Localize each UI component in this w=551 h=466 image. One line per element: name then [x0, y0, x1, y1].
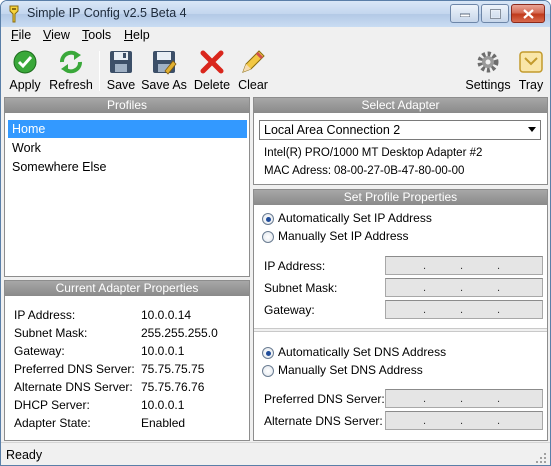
alternate-dns-value: 75.75.76.76: [141, 380, 205, 394]
clear-button[interactable]: Clear: [236, 47, 270, 95]
adapter-select[interactable]: Local Area Connection 2: [259, 120, 541, 140]
delete-x-icon: [200, 50, 224, 74]
chevron-down-icon: [528, 127, 536, 132]
minimize-icon: [459, 13, 470, 17]
close-button[interactable]: [511, 4, 545, 23]
status-bar: Ready: [1, 442, 550, 465]
toolbar: Apply Refresh Save Save As Delete Clear …: [1, 45, 550, 96]
current-adapter-panel: Current Adapter Properties IP Address: 1…: [4, 280, 250, 441]
subnet-mask-field[interactable]: ...: [385, 278, 543, 297]
subnet-mask-value: 255.255.255.0: [141, 326, 218, 340]
gateway-field[interactable]: ...: [385, 300, 543, 319]
maximize-button[interactable]: [481, 4, 509, 23]
app-icon: [9, 5, 19, 23]
adapter-state-value: Enabled: [141, 416, 186, 430]
refresh-label: Refresh: [49, 78, 93, 92]
gateway-label: Gateway:: [14, 344, 65, 358]
tray-button[interactable]: Tray: [515, 47, 547, 95]
save-label: Save: [106, 78, 136, 92]
app-window: Simple IP Config v2.5 Beta 4 File View T…: [0, 0, 551, 466]
profiles-panel: Profiles Home Work Somewhere Else: [4, 97, 250, 277]
alternate-dns-label: Alternate DNS Server:: [14, 380, 133, 394]
adapter-state-label: Adapter State:: [14, 416, 91, 430]
floppy-disk-icon: [110, 51, 132, 73]
auto-dns-radio[interactable]: [262, 347, 274, 359]
gateway-field-label: Gateway:: [264, 303, 315, 317]
auto-ip-label[interactable]: Automatically Set IP Address: [278, 211, 432, 225]
alternate-dns-field-label: Alternate DNS Server:: [264, 414, 383, 428]
manual-ip-radio[interactable]: [262, 231, 274, 243]
tray-label: Tray: [518, 78, 544, 92]
gear-icon: [477, 51, 499, 73]
auto-dns-label[interactable]: Automatically Set DNS Address: [278, 345, 446, 359]
apply-label: Apply: [9, 78, 41, 92]
profiles-header: Profiles: [5, 98, 249, 113]
preferred-dns-label: Preferred DNS Server:: [14, 362, 135, 376]
delete-button[interactable]: Delete: [191, 47, 233, 95]
gateway-value: 10.0.0.1: [141, 344, 185, 358]
save-button[interactable]: Save: [104, 47, 138, 95]
manual-dns-label[interactable]: Manually Set DNS Address: [278, 363, 423, 377]
menu-bar: File View Tools Help: [1, 27, 550, 45]
clear-label: Clear: [238, 78, 268, 92]
mac-address-value: 08-00-27-0B-47-80-00-00: [334, 165, 465, 177]
close-icon: [522, 8, 534, 19]
current-adapter-header: Current Adapter Properties: [5, 281, 249, 296]
checkmark-icon: [13, 50, 37, 74]
refresh-icon: [60, 50, 82, 74]
apply-button[interactable]: Apply: [5, 47, 45, 95]
settings-button[interactable]: Settings: [464, 47, 512, 95]
tray-icon: [519, 51, 543, 73]
refresh-button[interactable]: Refresh: [49, 47, 93, 95]
profile-item[interactable]: Somewhere Else: [8, 158, 247, 176]
settings-label: Settings: [465, 78, 511, 92]
auto-ip-radio[interactable]: [262, 213, 274, 225]
save-as-label: Save As: [141, 78, 187, 92]
select-adapter-header: Select Adapter: [254, 98, 547, 113]
preferred-dns-field[interactable]: ...: [385, 389, 543, 408]
profile-properties-header: Set Profile Properties: [254, 190, 547, 205]
ip-address-field[interactable]: ...: [385, 256, 543, 275]
ip-field-label: IP Address:: [264, 259, 326, 273]
save-as-button[interactable]: Save As: [141, 47, 187, 95]
floppy-disk-pencil-icon: [153, 51, 177, 75]
menu-tools[interactable]: Tools: [82, 28, 111, 42]
status-text: Ready: [6, 448, 43, 462]
ip-address-value: 10.0.0.14: [141, 308, 192, 322]
section-divider: [254, 328, 547, 332]
pencil-icon: [242, 50, 265, 73]
mac-address-label: MAC Adress:: [264, 165, 332, 177]
title-bar[interactable]: Simple IP Config v2.5 Beta 4: [1, 1, 550, 27]
subnet-mask-label: Subnet Mask:: [14, 326, 88, 340]
dhcp-server-value: 10.0.0.1: [141, 398, 185, 412]
maximize-icon: [489, 8, 501, 19]
resize-grip-icon[interactable]: [535, 452, 547, 464]
alternate-dns-field[interactable]: ...: [385, 411, 543, 430]
profile-item[interactable]: Work: [8, 139, 247, 157]
menu-view[interactable]: View: [43, 28, 70, 42]
preferred-dns-field-label: Preferred DNS Server:: [264, 392, 385, 406]
dhcp-server-label: DHCP Server:: [14, 398, 90, 412]
ip-address-label: IP Address:: [14, 308, 76, 322]
menu-file[interactable]: File: [11, 28, 31, 42]
toolbar-separator: [99, 51, 100, 91]
adapter-select-value: Local Area Connection 2: [264, 123, 401, 137]
profile-item[interactable]: Home: [8, 120, 247, 138]
preferred-dns-value: 75.75.75.75: [141, 362, 205, 376]
adapter-description: Intel(R) PRO/1000 MT Desktop Adapter #2: [264, 147, 483, 159]
manual-dns-radio[interactable]: [262, 365, 274, 377]
subnet-field-label: Subnet Mask:: [264, 281, 338, 295]
window-title: Simple IP Config v2.5 Beta 4: [27, 6, 187, 20]
menu-help[interactable]: Help: [124, 28, 150, 42]
delete-label: Delete: [193, 78, 231, 92]
minimize-button[interactable]: [450, 4, 479, 23]
manual-ip-label[interactable]: Manually Set IP Address: [278, 229, 409, 243]
